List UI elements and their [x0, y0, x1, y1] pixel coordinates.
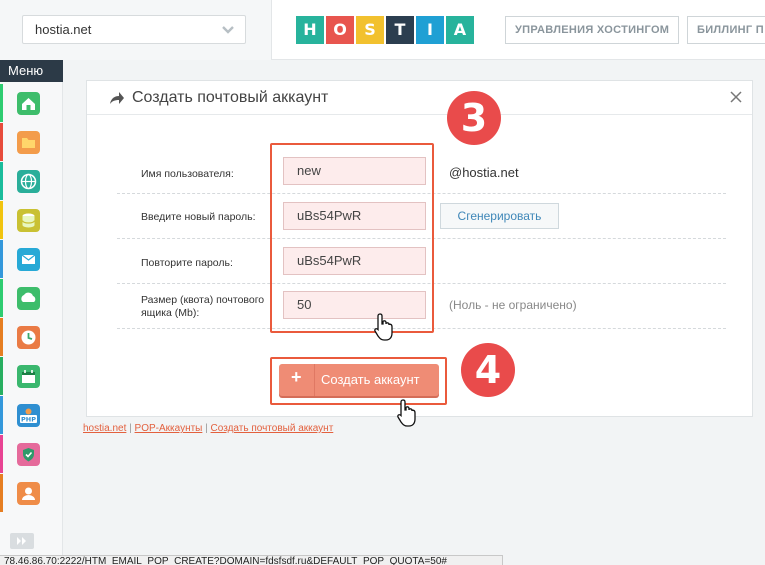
username-label: Имя пользователя:: [141, 168, 234, 180]
chevron-down-icon: [222, 26, 234, 34]
hostia-logo[interactable]: H O S T I A: [296, 16, 476, 44]
sidebar-item-security[interactable]: [0, 435, 56, 473]
step-4-badge: 4: [461, 343, 515, 397]
domain-select[interactable]: hostia.net: [22, 15, 246, 44]
step-3-badge: 3: [447, 91, 501, 145]
shield-icon: [17, 443, 40, 466]
domain-area: hostia.net: [0, 0, 272, 60]
generate-password-button[interactable]: Сгенерировать: [440, 203, 559, 229]
top-bar: hostia.net H O S T I A УПРАВЛЕНИЯ ХОСТИН…: [0, 0, 765, 60]
repeat-password-label: Повторите пароль:: [141, 257, 233, 269]
breadcrumb-current-link[interactable]: Создать почтовый аккаунт: [211, 423, 334, 434]
folder-icon: [17, 131, 40, 154]
domain-select-value: hostia.net: [35, 22, 92, 37]
breadcrumb-home-link[interactable]: hostia.net: [83, 423, 126, 434]
breadcrumb-pop-link[interactable]: POP-Аккаунты: [135, 423, 203, 434]
logo-letter-o: O: [326, 16, 354, 44]
sidebar: PHP: [0, 82, 63, 555]
user-icon: [17, 482, 40, 505]
logo-letter-h: H: [296, 16, 324, 44]
sidebar-item-mail[interactable]: [0, 240, 56, 278]
logo-letter-i: I: [416, 16, 444, 44]
sidebar-expand-button[interactable]: [10, 533, 34, 549]
php-icon: PHP: [17, 404, 40, 427]
clock-icon: [17, 326, 40, 349]
panel-header: Создать почтовый аккаунт: [87, 81, 752, 115]
sidebar-item-calendar[interactable]: [0, 357, 56, 395]
status-bar-url: 78.46.86.70:2222/HTM_EMAIL_POP_CREATE?DO…: [0, 555, 503, 565]
panel-title: Создать почтовый аккаунт: [132, 89, 329, 106]
sidebar-item-cron[interactable]: [0, 318, 56, 356]
sidebar-item-database[interactable]: [0, 201, 56, 239]
button-highlight-box: [270, 357, 447, 405]
double-arrow-right-icon: [17, 537, 26, 545]
quota-label-line-2: ящика (Mb):: [141, 307, 200, 319]
nav-billing-button[interactable]: БИЛЛИНГ П: [687, 16, 765, 44]
svg-text:PHP: PHP: [21, 416, 36, 424]
logo-letter-t: T: [386, 16, 414, 44]
database-icon: [17, 209, 40, 232]
www-icon: [17, 170, 40, 193]
hand-cursor-icon: [374, 313, 393, 341]
logo-letter-s: S: [356, 16, 384, 44]
menu-label: Меню: [0, 60, 63, 82]
mail-icon: [17, 248, 40, 271]
quota-hint: (Ноль - не ограничено): [449, 298, 577, 312]
sidebar-item-users[interactable]: [0, 474, 56, 512]
sidebar-item-ftp[interactable]: [0, 279, 56, 317]
sidebar-item-home[interactable]: [0, 84, 56, 122]
sidebar-item-www[interactable]: [0, 162, 56, 200]
calendar-icon: [17, 365, 40, 388]
logo-letter-a: A: [446, 16, 474, 44]
close-icon[interactable]: [730, 91, 742, 103]
home-icon: [17, 92, 40, 115]
quota-label-line-1: Размер (квота) почтового: [141, 294, 265, 306]
share-arrow-icon: [110, 92, 124, 104]
nav-hosting-management-button[interactable]: УПРАВЛЕНИЯ ХОСТИНГОМ: [505, 16, 680, 44]
domain-suffix: @hostia.net: [449, 165, 519, 180]
password-label: Введите новый пароль:: [141, 211, 256, 223]
fields-highlight-box: [270, 143, 434, 333]
hand-cursor-icon: [397, 399, 416, 427]
ftp-icon: [17, 287, 40, 310]
breadcrumb: hostia.net | POP-Аккаунты | Создать почт…: [83, 423, 334, 434]
sidebar-item-files[interactable]: [0, 123, 56, 161]
sidebar-item-php[interactable]: PHP: [0, 396, 56, 434]
